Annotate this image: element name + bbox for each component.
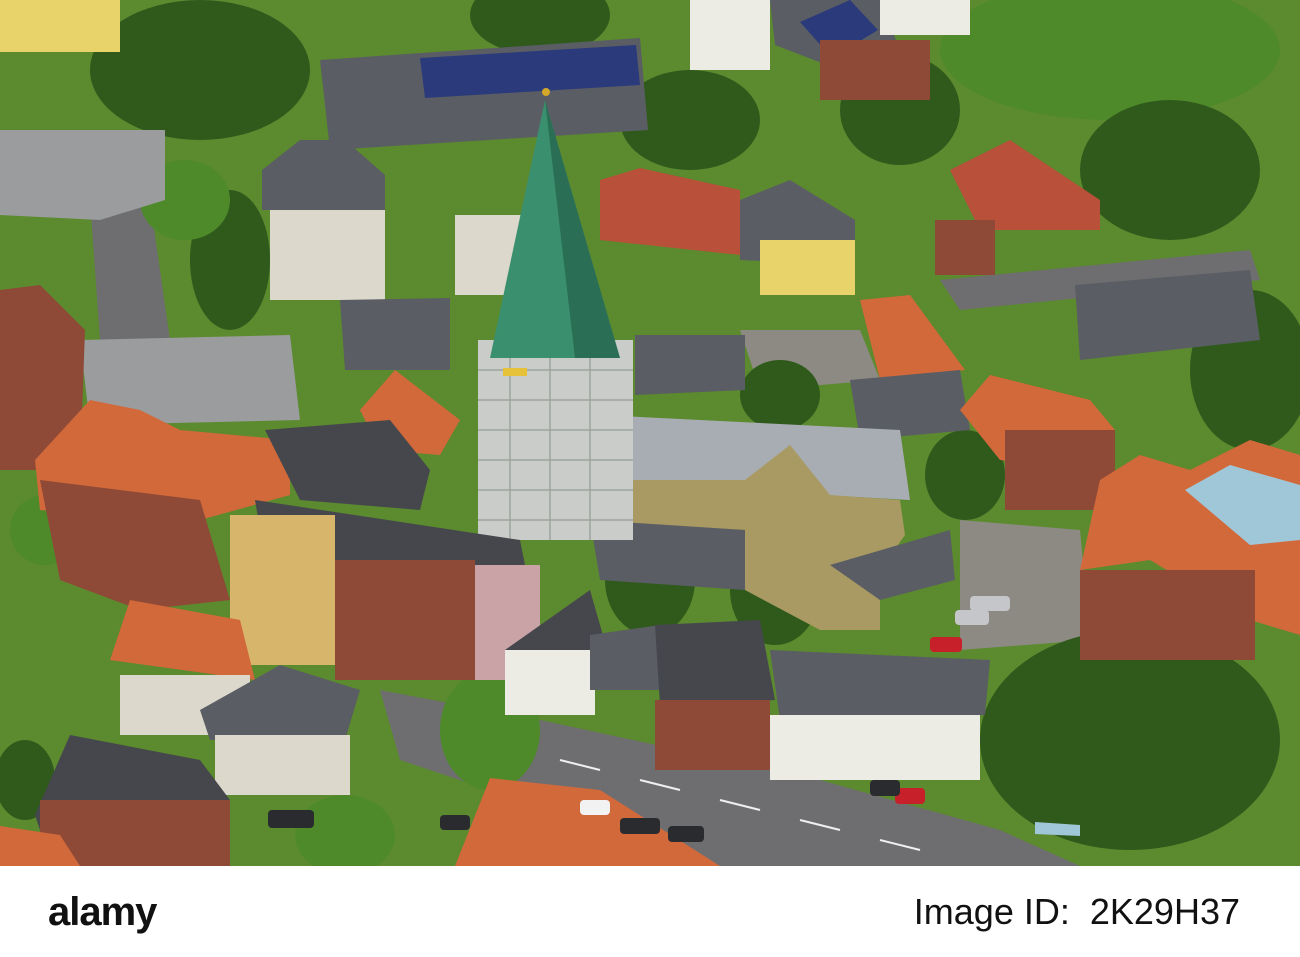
half-timber-wall-1	[505, 650, 595, 715]
car-dark-5	[870, 780, 900, 796]
parking-lot	[960, 520, 1090, 650]
alamy-logo: alamy	[48, 890, 157, 934]
image-id-readout: Image ID: 2K29H37	[914, 884, 1240, 940]
car-dark-2	[668, 826, 704, 842]
car-dark-3	[268, 810, 314, 828]
facade-yellow	[230, 515, 335, 665]
photo-frame: alamy Image ID: 2K29H37	[0, 0, 1300, 957]
tree-cluster-top-left	[90, 0, 310, 140]
house-yellow-wall	[760, 240, 855, 295]
half-timber-top	[690, 0, 770, 70]
flat-roof-left	[0, 130, 165, 220]
tree-church-3	[740, 360, 820, 430]
roof-slate-row-3	[655, 620, 775, 705]
brick-house-top	[820, 40, 930, 100]
car-silver-2	[970, 596, 1010, 611]
image-id-value: 2K29H37	[1089, 891, 1240, 932]
car-silver-1	[955, 610, 989, 625]
car-red-1	[930, 637, 962, 652]
car-dark-4	[440, 815, 470, 830]
roof-slate-row-2	[590, 625, 660, 690]
image-id-label: Image ID:	[913, 891, 1070, 932]
yellow-building-top-left	[0, 0, 120, 52]
tree-cluster-right	[1080, 100, 1260, 240]
scaffold-sign	[503, 368, 527, 376]
house-right-a-wall	[935, 220, 995, 275]
aerial-town-photo	[0, 0, 1300, 866]
wall-brick-right-2	[1080, 570, 1255, 660]
watermark-bar: alamy Image ID: 2K29H37	[0, 866, 1300, 957]
roof-slate-row-4	[770, 650, 990, 720]
car-dark-1	[620, 818, 660, 834]
wall-bottom-mid	[215, 735, 350, 795]
car-white-1	[580, 800, 610, 815]
spire-weathervane	[542, 88, 550, 96]
brick-wall-row-3	[655, 700, 770, 770]
half-timber-wall-4	[770, 715, 980, 780]
villa-body	[270, 210, 385, 300]
half-timber-top-2	[880, 0, 970, 35]
facade-brick-row	[335, 560, 475, 680]
slate-row-mid	[340, 298, 450, 370]
roof-slate-church-side	[635, 335, 745, 395]
tree-right-bottom	[980, 630, 1280, 850]
